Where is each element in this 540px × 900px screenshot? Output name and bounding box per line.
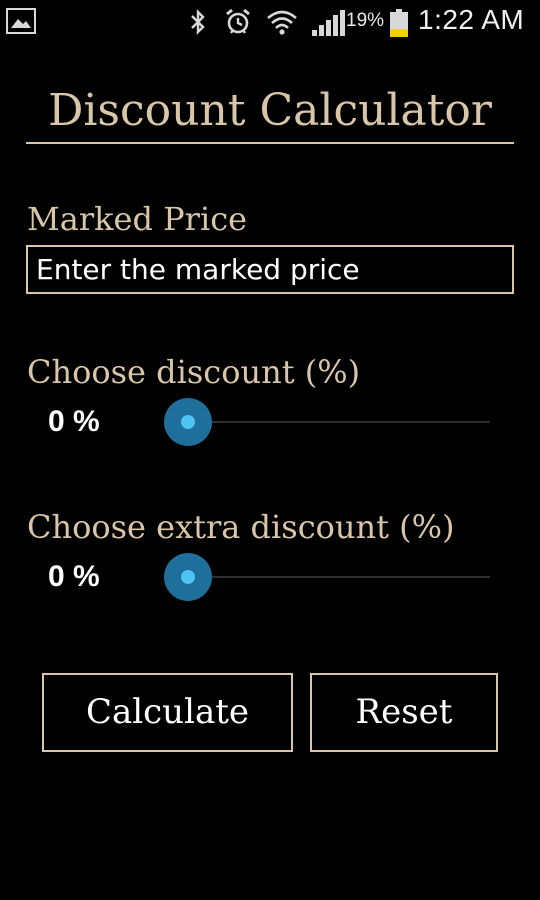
page-title: Discount Calculator	[48, 85, 492, 136]
calculate-button[interactable]: Calculate	[42, 673, 293, 752]
discount-slider-track[interactable]	[164, 421, 490, 423]
battery-icon	[390, 9, 408, 37]
marked-price-input[interactable]	[26, 245, 514, 294]
bluetooth-icon	[191, 9, 205, 35]
wifi-icon	[267, 10, 297, 35]
extra-discount-value: 0 %	[48, 560, 100, 593]
marked-price-label: Marked Price	[27, 200, 248, 238]
discount-value: 0 %	[48, 405, 100, 438]
reset-button[interactable]: Reset	[310, 673, 498, 752]
discount-slider-thumb-center	[181, 415, 195, 429]
gallery-icon	[6, 8, 36, 34]
discount-label: Choose discount (%)	[27, 353, 361, 391]
signal-icon	[312, 10, 345, 36]
status-bar: 19% 1:22 AM	[0, 0, 540, 44]
extra-discount-slider-thumb-center	[181, 570, 195, 584]
discount-slider[interactable]	[164, 398, 490, 446]
alarm-icon	[226, 8, 250, 34]
clock: 1:22 AM	[418, 4, 525, 35]
discount-slider-thumb[interactable]	[164, 398, 212, 446]
extra-discount-slider[interactable]	[164, 553, 490, 601]
extra-discount-slider-track[interactable]	[164, 576, 490, 578]
battery-percent: 19%	[346, 10, 385, 31]
extra-discount-slider-thumb[interactable]	[164, 553, 212, 601]
title-divider	[26, 142, 514, 144]
extra-discount-label: Choose extra discount (%)	[27, 508, 455, 546]
